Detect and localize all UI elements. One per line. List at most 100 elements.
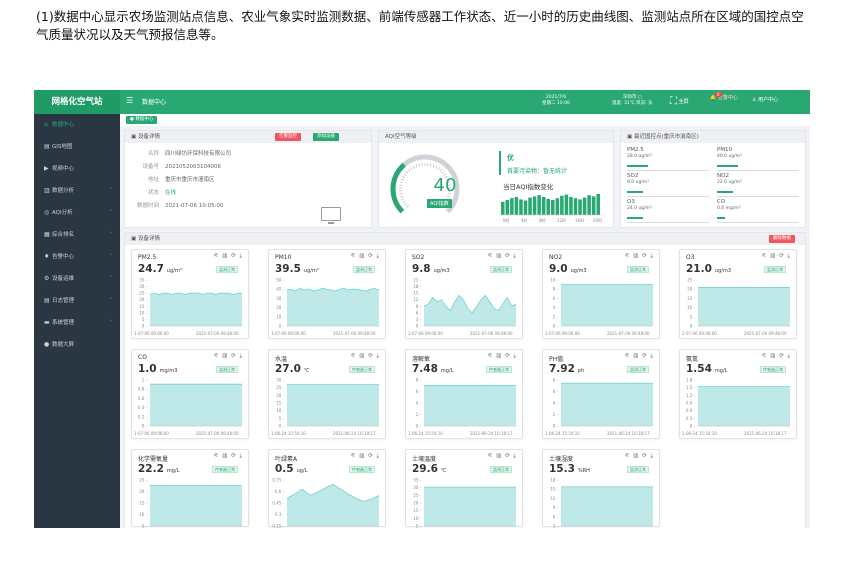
sensor-card: 化学需氧量 ⚟ ▥ ⟳ ⤓ 22.2 mg/L 传感器正常 25 - 20 - 15 - 10 … [131,449,249,528]
aqi-trend-bar [569,197,573,215]
y-tick-label: 5 - [690,314,696,319]
pollutant-level-bar [627,217,644,219]
card-toolbar-icons[interactable]: ⚟ ▥ ⟳ ⤓ [488,453,517,460]
menu-icon[interactable]: ☰ [126,96,133,105]
y-tick-label: 30 - [276,296,284,301]
x-tick-label: 2021-07-06 09:48:00 [607,331,650,336]
sensor-reading: 21.0 [686,263,712,275]
aqi-trend-tick-label: 4时 [521,217,528,223]
sensor-reading: 9.0 [549,263,568,275]
sidebar-item-4[interactable]: ◎ AQI分析 ˅ [34,202,120,224]
gauge-tick [402,200,406,203]
alarm-monitor-button[interactable]: 告警监控 [275,133,301,141]
gauge-tick [402,176,406,179]
y-tick-label: 25 - [687,278,695,283]
add-device-button[interactable]: 添加设备 [313,133,339,141]
weather-detail: 温度: 31℃ 风向: 东 [612,101,653,106]
y-tick-label: 8 - [553,287,559,292]
sensor-reading: 1.54 [686,363,712,375]
card-toolbar-icons[interactable]: ⚟ ▥ ⟳ ⤓ [625,453,654,460]
gauge-tick [435,165,438,169]
breadcrumb: 数据中心 [142,99,167,106]
chevron-down-icon: ˅ [109,276,113,282]
delete-data-button[interactable]: 删除数据 [769,235,795,243]
status-badge: 监测正常 [216,366,238,373]
alarm-button[interactable]: 🔔 0 告警中心 [710,92,738,101]
tab-data-center[interactable]: ● 数据中心 [126,116,158,124]
card-toolbar-icons[interactable]: ⚟ ▥ ⟳ ⤓ [762,353,791,360]
sidebar-item-1[interactable]: ▤ GIS地图 [34,136,120,158]
y-tick-label: 15 - [276,401,284,406]
sidebar-item-10[interactable]: ● 数据大屏 [34,334,120,356]
series-area [150,485,242,526]
y-tick-label: 15 - [687,296,695,301]
y-tick-label: 0 - [142,324,148,329]
status-badge: 传感器正常 [349,466,375,473]
gauge-tick [437,167,440,171]
y-tick-label: 10 - [413,516,421,521]
card-toolbar-icons[interactable]: ⚟ ▥ ⟳ ⤓ [488,253,517,260]
x-tick-label: 2021-06-24 16:18:17 [470,431,513,436]
pollutant-item: PM2.5 28.0 ug/m³ [627,147,709,171]
aqi-trend-bar [560,195,564,215]
y-tick-label: 4 - [553,305,559,310]
sensor-chart: 35 -30 - 25 -20 - 15 -10 - 5 - 0 - 1-07-06 09… [134,278,242,336]
info-key: 名称 [147,151,159,157]
sensor-value: 24.7 ug/m³ [138,263,182,275]
sidebar-item-0[interactable]: ⌂ 数据中心 [34,114,120,136]
series-area [424,487,516,526]
sidebar-item-2[interactable]: ▶ 视频中心 [34,158,120,180]
sidebar-item-8[interactable]: ▤ 日志管理 ˅ [34,290,120,312]
app-window: 网格化空气站 ☰ 数据中心 2021/7/6 星期二 10:06 深圳市 ○ 温… [34,90,810,528]
sensor-value: 1.54 mg/L [686,363,727,375]
info-key: 设备号 [142,164,159,170]
sensor-card: NO2 ⚟ ▥ ⟳ ⤓ 9.0 ug/m3 监测正常 10 - 8 - 6 - 4 - 2 - 0 … [542,249,660,339]
gauge-tick [432,164,435,168]
sidebar-item-5[interactable]: ▦ 综合排名 ˅ [34,224,120,246]
card-toolbar-icons[interactable]: ⚟ ▥ ⟳ ⤓ [762,253,791,260]
sidebar-item-6[interactable]: ♦ 告警中心 ˅ [34,246,120,268]
aqi-trend-bar [596,194,600,215]
card-toolbar-icons[interactable]: ⚟ ▥ ⟳ ⤓ [488,353,517,360]
tag-bar: ● 数据中心 [120,114,810,126]
status-badge: 监测正常 [216,266,238,273]
sensor-name: 溶解氧 [412,356,431,363]
sensor-chart: 35 - 30 - 25 - 20 - 15 - 10 - 5 - [413,478,516,528]
card-toolbar-icons[interactable]: ⚟ ▥ ⟳ ⤓ [625,353,654,360]
fullscreen-button[interactable]: ⛶ 全屏 [670,96,689,107]
card-toolbar-icons[interactable]: ⚟ ▥ ⟳ ⤓ [214,353,243,360]
sensor-value: 0.5 ug/L [275,463,307,475]
divider [627,222,709,223]
sensor-unit: mg/m3 [159,368,178,374]
card-toolbar-icons[interactable]: ⚟ ▥ ⟳ ⤓ [351,453,380,460]
sidebar-item-3[interactable]: ▥ 数据分析 ˅ [34,180,120,202]
pollutant-panel: ▣ 最近国控点(重庆市渝南区) PM2.5 28.0 ug/m³ PM10 40.0 … [620,130,806,228]
aqi-level: 优 [507,154,514,162]
sidebar-item-7[interactable]: ⚙ 设备运维 ˅ [34,268,120,290]
x-tick-label: 1-07-06 09:06:00 [134,331,169,336]
sidebar-item-label: 数据大屏 [52,342,75,348]
user-center-button[interactable]: ♙ 用户中心 [752,96,778,103]
fullscreen-label: 全屏 [678,99,689,105]
card-toolbar-icons[interactable]: ⚟ ▥ ⟳ ⤓ [214,253,243,260]
sensor-reading: 22.2 [138,463,164,475]
sensor-name: PH值 [549,356,564,363]
sensor-reading: 0.5 [275,463,294,475]
card-toolbar-icons[interactable]: ⚟ ▥ ⟳ ⤓ [351,253,380,260]
pollutant-name: PM10 [717,147,733,153]
sensor-unit: ug/m3 [714,268,732,274]
card-toolbar-icons[interactable]: ⚟ ▥ ⟳ ⤓ [214,453,243,460]
sensor-unit: mg/L [440,368,454,374]
card-toolbar-icons[interactable]: ⚟ ▥ ⟳ ⤓ [625,253,654,260]
aqi-trend-chart: 0时 4时 8时 12时 16时 20时 [499,194,603,223]
aqi-trend-bar [537,195,541,215]
pollutant-level-bar [627,191,644,193]
gauge-tick [403,173,407,176]
section-title: ▣ 设备详情 [131,236,160,242]
sidebar-item-label: 综合排名 [52,232,75,238]
panel-header: ▣ 最近国控点(重庆市渝南区) [621,131,805,143]
sidebar-item-9[interactable]: ▬ 系统管理 ˅ [34,312,120,334]
card-toolbar-icons[interactable]: ⚟ ▥ ⟳ ⤓ [351,353,380,360]
y-tick-label: 35 - [139,278,147,283]
x-tick-label: 2021-07-06 09:48:00 [744,331,787,336]
